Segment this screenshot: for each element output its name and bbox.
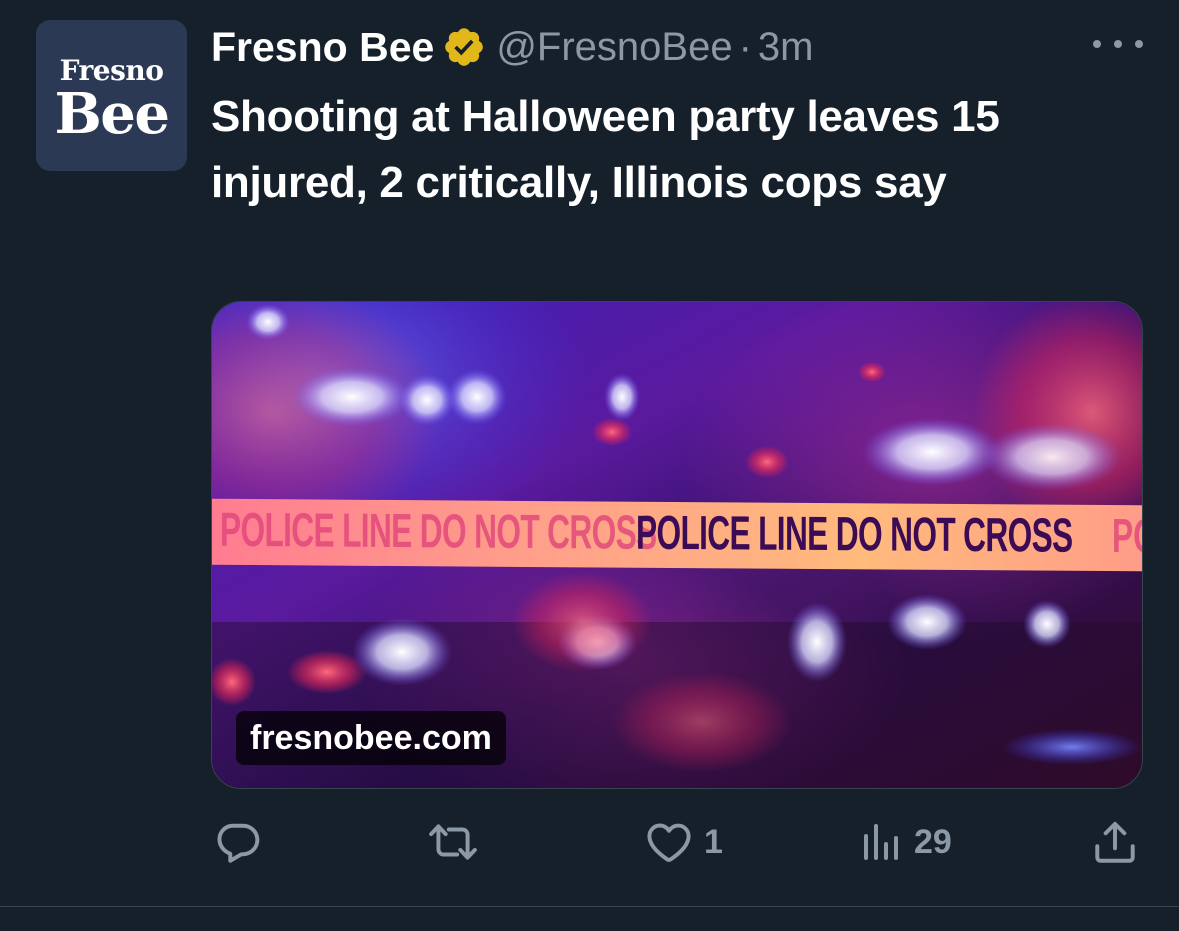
tweet-timestamp[interactable]: 3m xyxy=(758,25,814,70)
views-count: 29 xyxy=(914,822,952,861)
bottom-divider xyxy=(0,906,1179,907)
tweet-text: Shooting at Halloween party leaves 15 in… xyxy=(211,92,1000,207)
author-handle[interactable]: @FresnoBee xyxy=(496,25,732,70)
more-icon[interactable] xyxy=(1093,26,1143,62)
card-domain-label: fresnobee.com xyxy=(236,711,506,765)
views-icon xyxy=(860,817,904,867)
views-button[interactable]: 29 xyxy=(860,812,952,872)
share-button[interactable] xyxy=(1090,812,1140,872)
share-icon xyxy=(1090,817,1140,867)
heart-icon xyxy=(644,817,694,867)
tape-text-faded: POLICE LINE DO NOT CROSS xyxy=(220,503,657,560)
tape-text: POLICE LINE DO NOT CROSS xyxy=(636,506,1073,563)
reply-icon xyxy=(213,817,263,867)
retweet-icon xyxy=(425,817,481,867)
avatar[interactable]: Fresno Bee xyxy=(36,20,187,171)
link-card[interactable]: POLICE LINE DO NOT CROSS POLICE LINE DO … xyxy=(211,301,1143,789)
police-tape: POLICE LINE DO NOT CROSS POLICE LINE DO … xyxy=(212,498,1142,572)
like-count: 1 xyxy=(704,822,723,861)
reply-button[interactable] xyxy=(213,812,273,872)
separator-dot: · xyxy=(738,24,752,69)
tweet-header: Fresno Bee @FresnoBee · 3m xyxy=(211,20,814,74)
tape-text-cut: PO xyxy=(1112,510,1142,564)
like-button[interactable]: 1 xyxy=(644,812,723,872)
author-name[interactable]: Fresno Bee xyxy=(211,24,434,71)
action-bar: 1 29 xyxy=(0,812,1179,872)
retweet-button[interactable] xyxy=(425,812,491,872)
tweet: Fresno Bee Fresno Bee @FresnoBee · 3m Sh… xyxy=(0,0,1179,931)
avatar-text-line2: Bee xyxy=(54,81,170,147)
verified-badge-icon[interactable] xyxy=(442,25,486,69)
